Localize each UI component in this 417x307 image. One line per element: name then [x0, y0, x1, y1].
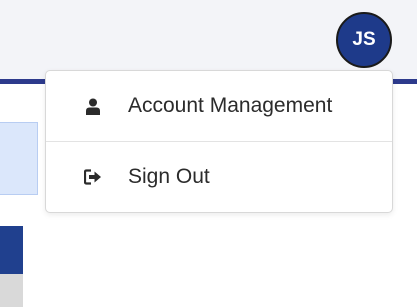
nav-active-indicator[interactable]: [0, 226, 23, 274]
avatar-initials: JS: [352, 29, 376, 50]
menu-item-label: Sign Out: [128, 165, 210, 188]
nav-item-background[interactable]: [0, 274, 23, 307]
user-icon: [84, 97, 102, 115]
account-management-menu-item[interactable]: Account Management: [46, 71, 392, 141]
user-avatar-button[interactable]: JS: [336, 12, 392, 68]
menu-item-label: Account Management: [128, 94, 333, 117]
content-panel-highlight: [0, 122, 38, 195]
sign-out-menu-item[interactable]: Sign Out: [46, 142, 392, 212]
sign-out-icon: [84, 168, 102, 186]
user-dropdown-menu: Account Management Sign Out: [45, 70, 393, 213]
